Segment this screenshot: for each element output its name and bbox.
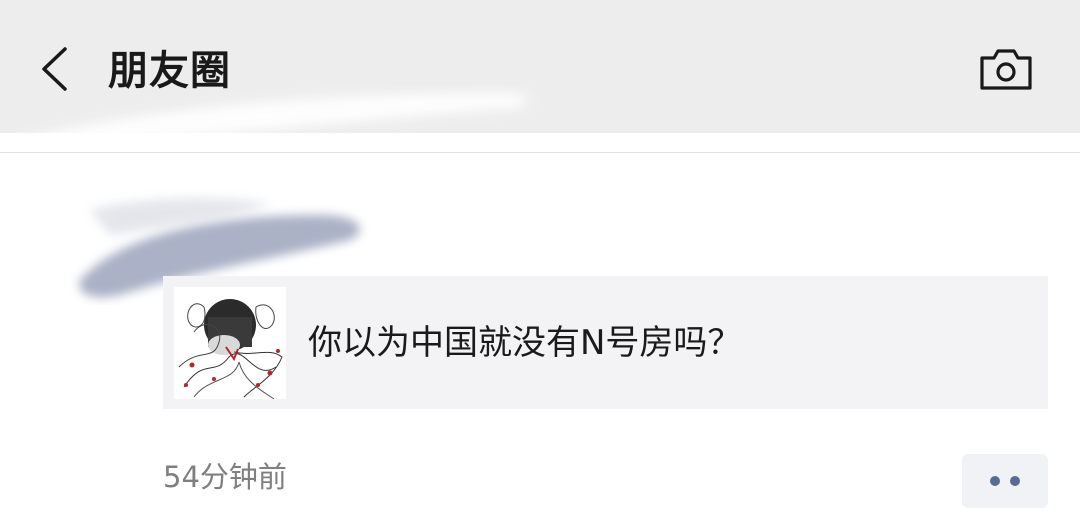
top-nav-bar: 朋友圈 [0,0,1080,133]
post-timestamp: 54分钟前 [163,460,287,494]
more-actions-button[interactable] [962,454,1048,508]
chevron-left-icon [42,47,67,91]
header-divider [0,152,1080,153]
more-dots-icon [990,476,1000,486]
moments-screen: 朋友圈 你以为中国就没有N号房吗？ 54分钟前 [0,0,1080,532]
shared-link-card[interactable]: 你以为中国就没有N号房吗？ [163,276,1048,409]
thumbnail-illustration [174,287,286,399]
camera-button[interactable] [972,40,1040,98]
back-button[interactable] [28,40,80,98]
link-title: 你以为中国就没有N号房吗？ [308,323,742,363]
more-dots-icon [1010,476,1020,486]
link-thumbnail [174,287,286,399]
page-title: 朋友圈 [108,48,231,94]
camera-icon [980,49,1032,90]
